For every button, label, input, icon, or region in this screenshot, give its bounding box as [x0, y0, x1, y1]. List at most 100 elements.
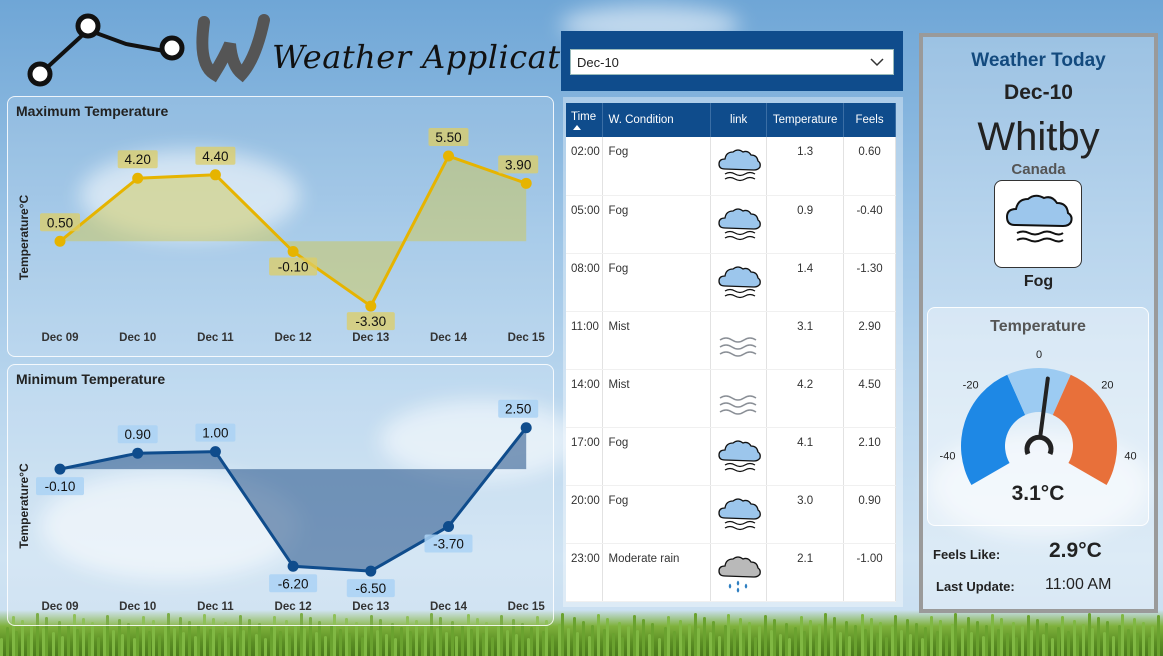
- date-filter: Dec-10: [561, 31, 903, 91]
- data-label: -6.50: [355, 581, 386, 596]
- grass-blade: [899, 630, 903, 656]
- column-header-temperature[interactable]: Temperature: [766, 103, 845, 137]
- cell-link[interactable]: [710, 253, 768, 312]
- grass-blade: [909, 634, 912, 656]
- data-label: 2.50: [505, 402, 531, 417]
- grass-blade: [384, 634, 388, 656]
- grass-blade: [354, 622, 358, 656]
- min-temperature-chart: Temperature°C -0.10 0.90 1.00 -6.20 -6.50 -3.7…: [17, 399, 545, 613]
- grass-blade: [1075, 635, 1079, 656]
- current-condition: Fog: [1023, 273, 1054, 290]
- grass-blade: [348, 633, 352, 656]
- cell-time: 20:00: [566, 485, 604, 544]
- grass-blade: [469, 629, 473, 656]
- grass-blade: [112, 630, 116, 656]
- data-point[interactable]: [287, 560, 299, 572]
- table-row[interactable]: 02:00 Fog 1.3 0.60: [566, 137, 896, 196]
- grass-blade: [196, 625, 200, 656]
- cell-temperature: 4.1: [766, 427, 845, 486]
- cell-temperature: 1.3: [766, 137, 845, 196]
- grass-blade: [945, 635, 949, 656]
- grass-blade: [227, 637, 231, 656]
- cell-link[interactable]: [710, 195, 768, 254]
- grass-blade: [521, 623, 525, 656]
- grass-blade: [733, 629, 737, 656]
- feels-like-value: 2.9°C: [1049, 539, 1102, 562]
- data-point[interactable]: [209, 446, 221, 458]
- grass-blade: [1030, 630, 1034, 656]
- cell-link[interactable]: [710, 427, 768, 486]
- cell-condition: Fog: [602, 427, 712, 486]
- grass-blade: [757, 626, 761, 656]
- cell-temperature: 1.4: [766, 253, 845, 312]
- data-point[interactable]: [443, 150, 454, 162]
- data-point[interactable]: [520, 422, 532, 434]
- rain-icon: [718, 555, 761, 593]
- grass-blade: [96, 637, 100, 656]
- grass-blade: [863, 629, 867, 656]
- table-row[interactable]: 05:00 Fog 0.9 -0.40: [566, 195, 896, 254]
- grass-blade: [999, 618, 1003, 656]
- x-tick-label: Dec 11: [197, 601, 234, 613]
- last-update-label: Last Update:: [936, 579, 1015, 594]
- column-header-link[interactable]: link: [710, 103, 768, 137]
- cell-feels: 0.90: [843, 485, 896, 544]
- x-tick-label: Dec 12: [275, 601, 312, 613]
- data-point[interactable]: [520, 177, 532, 189]
- data-point[interactable]: [365, 300, 377, 312]
- grass-blade: [445, 632, 449, 656]
- grass-blade: [606, 618, 609, 656]
- column-header-time[interactable]: Time: [566, 103, 604, 137]
- cell-link[interactable]: [710, 485, 768, 544]
- grass-blade: [1096, 617, 1100, 656]
- data-point[interactable]: [132, 172, 144, 184]
- grass-blade: [1051, 638, 1055, 656]
- cell-time: 17:00: [566, 427, 604, 486]
- data-point[interactable]: [209, 169, 221, 181]
- data-point[interactable]: [132, 447, 144, 459]
- grass-blade: [833, 617, 837, 656]
- cell-temperature: 2.1: [766, 543, 845, 602]
- grass-blade: [702, 617, 706, 656]
- data-point[interactable]: [54, 235, 66, 247]
- max-temperature-title: Maximum Temperature: [16, 103, 169, 119]
- data-point[interactable]: [365, 565, 377, 577]
- grass-blade: [157, 635, 161, 656]
- data-label: 0.50: [47, 215, 73, 230]
- date-dropdown[interactable]: Dec-10: [570, 49, 894, 75]
- column-header-feels[interactable]: Feels: [843, 103, 896, 137]
- grass-blade: [127, 623, 131, 656]
- table-row[interactable]: 17:00 Fog 4.1 2.10: [566, 427, 896, 486]
- table-row[interactable]: 14:00 Mist 4.2 4.50: [566, 369, 896, 428]
- grass-blade: [636, 630, 640, 656]
- cell-link[interactable]: [710, 137, 768, 196]
- grass-blade: [596, 614, 600, 656]
- grass-blade: [399, 627, 403, 656]
- table-row[interactable]: 20:00 Fog 3.0 0.90: [566, 485, 896, 544]
- grass-blade: [90, 622, 94, 656]
- cell-link[interactable]: [710, 369, 768, 428]
- grass-blade: [590, 625, 594, 656]
- grass-blade: [148, 631, 152, 656]
- column-header-condition[interactable]: W. Condition: [602, 103, 712, 137]
- cell-link[interactable]: [710, 543, 768, 602]
- grass-blade: [754, 637, 758, 656]
- cell-link[interactable]: [710, 311, 768, 370]
- grass-blade: [854, 625, 858, 656]
- grass-blade: [324, 636, 328, 656]
- grass-blade: [303, 628, 306, 656]
- table-row[interactable]: 23:00 Moderate rain 2.1 -1.00: [566, 543, 896, 602]
- city-name: Whitby: [977, 115, 1100, 159]
- data-label: -3.70: [433, 536, 464, 551]
- data-point[interactable]: [54, 463, 66, 475]
- grass-blade: [742, 633, 746, 656]
- table-row[interactable]: 08:00 Fog 1.4 -1.30: [566, 253, 896, 312]
- table-row[interactable]: 11:00 Mist 3.1 2.90: [566, 311, 896, 370]
- x-tick-label: Dec 10: [119, 601, 156, 613]
- data-point[interactable]: [443, 520, 454, 532]
- grass-blade: [581, 621, 585, 656]
- data-point[interactable]: [287, 246, 299, 258]
- grass-blade: [824, 613, 828, 656]
- cell-temperature: 0.9: [766, 195, 845, 254]
- grass-blade: [681, 635, 685, 656]
